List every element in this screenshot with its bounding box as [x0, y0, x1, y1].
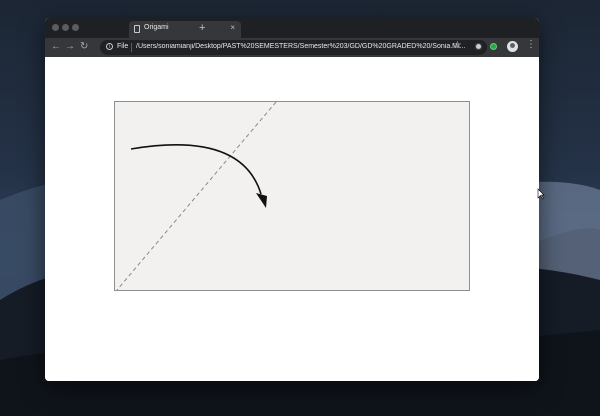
origami-paper — [114, 101, 470, 291]
extension-green-icon[interactable] — [490, 43, 497, 50]
close-window-button[interactable] — [52, 24, 59, 31]
tab-title: Origami — [144, 24, 169, 31]
tab-origami[interactable]: Origami × — [129, 21, 241, 38]
address-bar[interactable]: i File /Users/soniamianji/Desktop/PAST%2… — [100, 40, 487, 55]
fold-arrow-icon — [130, 144, 262, 195]
forward-arrow-icon[interactable]: → — [65, 41, 75, 53]
back-arrow-icon[interactable]: ← — [51, 41, 61, 53]
minimize-window-button[interactable] — [62, 24, 69, 31]
reload-icon[interactable]: ↻ — [80, 41, 88, 53]
toolbar: ← → ↻ i File /Users/soniamianji/Desktop/… — [45, 38, 539, 57]
url-text[interactable]: /Users/soniamianji/Desktop/PAST%20SEMEST… — [136, 43, 480, 50]
close-icon[interactable]: × — [230, 23, 235, 33]
fold-arrow-head — [256, 193, 267, 208]
fold-line — [116, 102, 277, 291]
cursor-icon — [537, 188, 545, 200]
url-separator — [131, 43, 132, 52]
plus-icon[interactable]: + — [199, 23, 205, 34]
page-icon — [134, 25, 140, 33]
paper-drawing — [116, 102, 277, 291]
info-icon[interactable]: i — [106, 43, 113, 50]
star-icon[interactable]: ☆ — [453, 40, 462, 52]
extension-icon[interactable] — [475, 43, 482, 50]
url-scheme: File — [117, 43, 129, 50]
avatar-icon[interactable] — [507, 41, 518, 52]
menu-icon[interactable]: ⋮ — [526, 39, 536, 51]
tab-strip: Origami × + — [45, 18, 539, 38]
maximize-window-button[interactable] — [72, 24, 79, 31]
